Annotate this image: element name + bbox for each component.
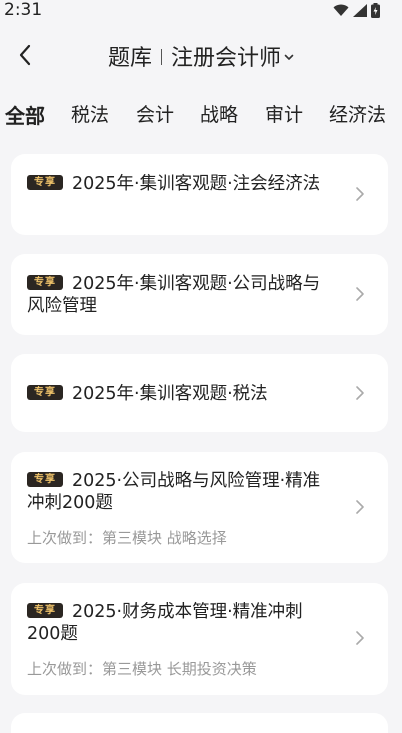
course-title: 2025年·集训客观题·注会经济法: [72, 174, 321, 194]
status-icons: [333, 3, 380, 18]
status-bar: 2:31: [0, 0, 402, 22]
chevron-down-icon: [284, 54, 294, 60]
chevron-right-icon: [356, 287, 364, 301]
chevron-right-icon: [356, 386, 364, 400]
exclusive-badge: 专享: [27, 274, 63, 290]
course-title: 2025年·集训客观题·公司战略与风险管理: [27, 274, 321, 316]
exam-selector-label: 注册会计师: [171, 46, 282, 71]
tab-audit[interactable]: 审计: [265, 100, 303, 127]
course-title: 2025·公司战略与风险管理·精准冲刺200题: [27, 471, 321, 513]
course-card[interactable]: 专享 2025年·集训客观题·注会经济法: [11, 154, 388, 235]
last-progress: 上次做到：第三模块 长期投资决策: [27, 660, 257, 678]
page-title: 题库 注册会计师: [0, 40, 402, 72]
status-time: 2:31: [4, 0, 43, 20]
header: 题库 注册会计师: [0, 30, 402, 82]
chevron-right-icon: [356, 631, 364, 645]
course-card[interactable]: 专享 2025·公司战略与风险管理·精准冲刺200题 上次做到：第三模块 战略选择: [11, 452, 388, 563]
chevron-right-icon: [356, 187, 364, 201]
exclusive-badge: 专享: [27, 384, 63, 400]
exam-selector[interactable]: 注册会计师: [171, 46, 294, 71]
course-title-wrap: 专享 2025·公司战略与风险管理·精准冲刺200题: [27, 470, 328, 514]
course-card[interactable]: 专享 2025年·集训客观题·公司战略与风险管理: [11, 254, 388, 335]
tab-strategy[interactable]: 战略: [200, 100, 238, 127]
question-bank-title: 题库: [107, 46, 152, 71]
exclusive-badge: 专享: [27, 471, 63, 487]
tab-tax-law[interactable]: 税法: [71, 100, 109, 127]
tab-accounting[interactable]: 会计: [136, 100, 174, 127]
title-divider: [161, 49, 162, 65]
course-title: 2025·财务成本管理·精准冲刺200题: [27, 602, 303, 644]
exclusive-badge: 专享: [27, 602, 63, 618]
tab-all[interactable]: 全部: [5, 100, 45, 129]
last-progress: 上次做到：第三模块 战略选择: [27, 529, 227, 547]
course-card[interactable]: 专享 2025年·集训客观题·税法: [11, 354, 388, 432]
course-title-wrap: 专享 2025·财务成本管理·精准冲刺200题: [27, 601, 328, 645]
wifi-icon: [333, 4, 349, 16]
tab-economic-law[interactable]: 经济法: [329, 100, 386, 127]
course-card-partial[interactable]: [11, 713, 388, 733]
battery-icon: [371, 3, 380, 18]
course-card[interactable]: 专享 2025·财务成本管理·精准冲刺200题 上次做到：第三模块 长期投资决策: [11, 583, 388, 695]
subject-tabs: 全部 税法 会计 战略 审计 经济法: [0, 100, 402, 134]
course-title-wrap: 专享 2025年·集训客观题·注会经济法: [27, 173, 328, 195]
course-title-wrap: 专享 2025年·集训客观题·税法: [27, 383, 328, 405]
signal-icon: [353, 4, 367, 17]
chevron-right-icon: [356, 500, 364, 514]
course-title: 2025年·集训客观题·税法: [72, 384, 268, 404]
exclusive-badge: 专享: [27, 174, 63, 190]
course-title-wrap: 专享 2025年·集训客观题·公司战略与风险管理: [27, 273, 328, 317]
